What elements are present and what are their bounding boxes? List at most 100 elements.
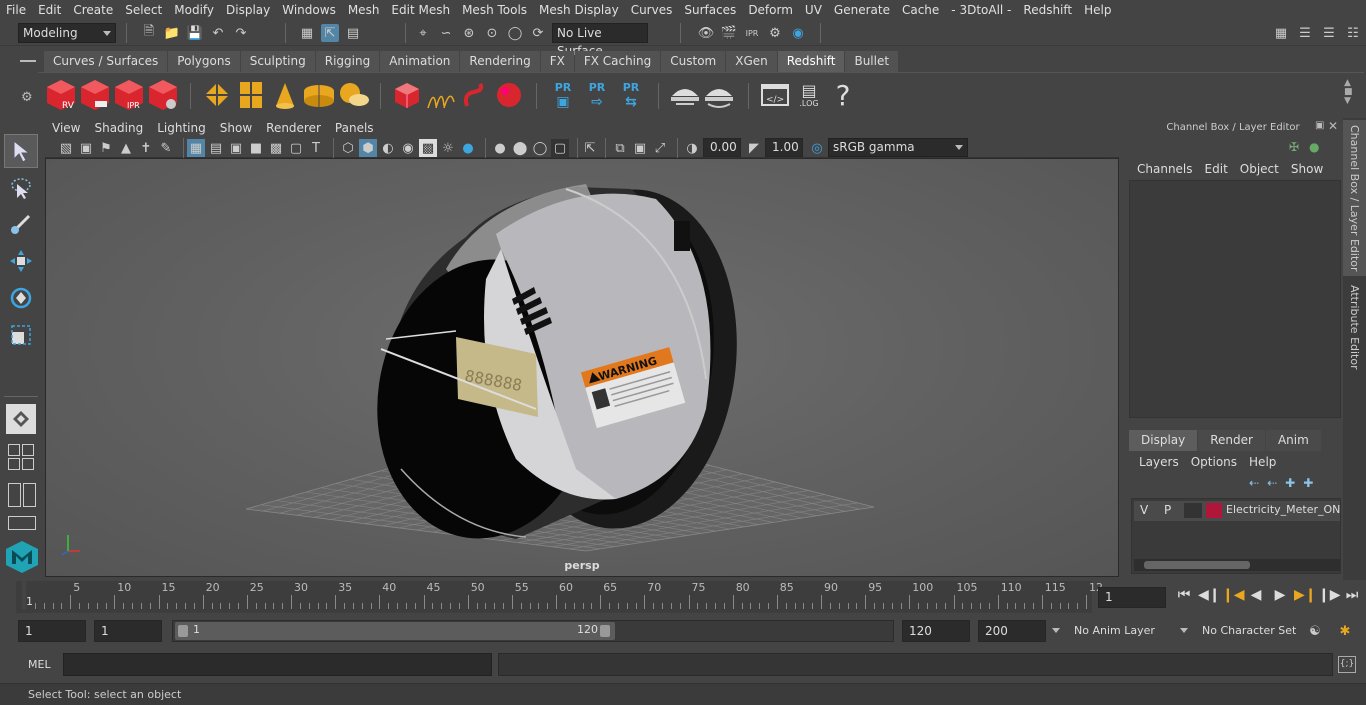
new-scene-icon[interactable]: 🗎 (140, 24, 158, 42)
layer-menu-layers[interactable]: Layers (1133, 455, 1185, 469)
camera-select-icon[interactable]: ▧ (57, 139, 75, 157)
outliner-layout-icon[interactable] (8, 516, 36, 530)
light-portal-icon[interactable] (200, 77, 234, 113)
render-frame-icon[interactable]: 🎬 (720, 24, 738, 42)
exposure-field[interactable]: 0.00 (703, 138, 741, 157)
xray-components-icon[interactable]: ⤢ (651, 139, 669, 157)
menu-curves[interactable]: Curves (625, 0, 679, 20)
isolate-select-icon[interactable]: ⇱ (581, 139, 599, 157)
xray-icon[interactable]: ⧉ (611, 139, 629, 157)
redshift-render-icon[interactable] (78, 77, 112, 113)
hypershade-icon[interactable]: ◉ (789, 24, 807, 42)
animation-start-field[interactable]: 1 (18, 620, 86, 642)
color-space-dropdown[interactable]: sRGB gamma (828, 138, 968, 157)
select-component-icon[interactable]: ▤ (344, 24, 362, 42)
viewport-menu-view[interactable]: View (45, 119, 87, 138)
menu-help[interactable]: Help (1078, 0, 1117, 20)
range-end-handle[interactable] (600, 625, 610, 637)
shelf-tab-rigging[interactable]: Rigging (315, 51, 380, 72)
channel-menu-channels[interactable]: Channels (1131, 162, 1199, 176)
layer-visibility-toggle[interactable]: V (1140, 503, 1148, 517)
redshift-settings-icon[interactable] (146, 77, 180, 113)
sun-sky-icon[interactable] (336, 77, 370, 113)
layer-display-type[interactable] (1184, 503, 1202, 518)
pr-proxy-export-icon[interactable]: PR ▣ (546, 77, 580, 113)
range-start-handle[interactable] (178, 625, 188, 637)
redshift-render-view-icon[interactable]: RV (44, 77, 78, 113)
tab-channel-box[interactable]: Channel Box / Layer Editor (1343, 120, 1366, 276)
pr-proxy-swap-icon[interactable]: PR ⇆ (614, 77, 648, 113)
menu-redshift[interactable]: Redshift (1017, 0, 1078, 20)
2d-pan-zoom-icon[interactable]: ✝ (137, 139, 155, 157)
step-forward-frame-icon[interactable]: ▶❙ (1294, 587, 1317, 603)
pr-proxy-import-icon[interactable]: PR ⇨ (580, 77, 614, 113)
menu-edit-mesh[interactable]: Edit Mesh (385, 0, 456, 20)
menu-file[interactable]: File (0, 0, 32, 20)
channel-menu-show[interactable]: Show (1285, 162, 1329, 176)
camera-attributes-icon[interactable]: ▣ (77, 139, 95, 157)
move-tool-icon[interactable] (4, 244, 38, 278)
attribute-editor-toggle-icon[interactable]: ☰ (1296, 24, 1314, 42)
default-lighting-icon[interactable]: ◐ (379, 139, 397, 157)
resolution-gate-icon[interactable]: ▣ (227, 139, 245, 157)
menu-mesh[interactable]: Mesh (342, 0, 386, 20)
move-layer-down-icon[interactable]: ⇠ (1267, 476, 1285, 490)
redo-icon[interactable]: ↷ (232, 24, 250, 42)
use-all-lights-icon[interactable]: ☼ (439, 139, 457, 157)
menu-deform[interactable]: Deform (742, 0, 799, 20)
shelf-scroll-icon[interactable]: ▲ ■ ▼ (1344, 79, 1353, 106)
menu-mesh-display[interactable]: Mesh Display (533, 0, 625, 20)
snap-surface-icon[interactable]: ◯ (506, 24, 524, 42)
render-view-icon[interactable]: 👁 (697, 24, 715, 42)
scrollbar-thumb[interactable] (1144, 561, 1250, 569)
shadows-icon[interactable]: ● (459, 139, 477, 157)
xray-active-icon[interactable]: ▣ (631, 139, 649, 157)
bake-set-icon[interactable] (702, 77, 736, 113)
shelf-tab-rendering[interactable]: Rendering (460, 51, 540, 72)
color-management-icon[interactable]: ◎ (808, 139, 826, 157)
channel-menu-edit[interactable]: Edit (1199, 162, 1234, 176)
undo-icon[interactable]: ↶ (209, 24, 227, 42)
xray-joints-icon[interactable]: ▩ (419, 139, 437, 157)
snap-vertex-icon[interactable]: ⟳ (529, 24, 547, 42)
snap-point-icon[interactable]: ⊛ (460, 24, 478, 42)
current-frame-field[interactable]: 1 (1098, 587, 1166, 608)
script-editor-icon[interactable]: </> (758, 77, 792, 113)
viewport-menu-show[interactable]: Show (213, 119, 259, 138)
auto-key-icon[interactable]: ☯ (1306, 622, 1324, 640)
layer-tab-display[interactable]: Display (1129, 430, 1198, 451)
playback-start-field[interactable]: 1 (94, 620, 162, 642)
manipulator-icon[interactable]: ✠ (1289, 140, 1299, 154)
command-input[interactable] (63, 653, 492, 676)
textured-icon[interactable]: ◉ (399, 139, 417, 157)
single-view-layout-icon[interactable] (6, 404, 36, 434)
bookmark-icon[interactable]: ⚑ (97, 139, 115, 157)
shelf-tab-xgen[interactable]: XGen (726, 51, 777, 72)
select-object-icon[interactable]: ⇱ (321, 24, 339, 42)
shelf-menu-icon[interactable] (20, 60, 36, 62)
anti-alias-icon[interactable]: ◯ (531, 139, 549, 157)
menu-select[interactable]: Select (119, 0, 168, 20)
bake-icon[interactable] (668, 77, 702, 113)
modeling-toolkit-icon[interactable]: ▦ (1272, 24, 1290, 42)
viewport-menu-panels[interactable]: Panels (328, 119, 381, 138)
float-icon[interactable]: ▣ (1315, 120, 1324, 131)
layer-color-swatch[interactable] (1206, 503, 1222, 518)
spot-light-icon[interactable] (268, 77, 302, 113)
motion-blur-icon[interactable]: ⬤ (511, 139, 529, 157)
safe-title-icon[interactable]: T (307, 139, 325, 157)
save-scene-icon[interactable]: 💾 (186, 24, 204, 42)
smooth-shade-icon[interactable]: ⬢ (359, 139, 377, 157)
channel-menu-object[interactable]: Object (1234, 162, 1285, 176)
shelf-tab-custom[interactable]: Custom (661, 51, 726, 72)
channel-box-toggle-icon[interactable]: ☷ (1344, 24, 1362, 42)
side-by-side-layout-icon[interactable] (8, 483, 36, 507)
depth-of-field-icon[interactable]: ▢ (551, 139, 569, 157)
channel-list[interactable] (1129, 180, 1341, 418)
grease-pencil-icon[interactable]: ✎ (157, 139, 175, 157)
hair-curves-icon[interactable] (424, 77, 458, 113)
menu-uv[interactable]: UV (799, 0, 828, 20)
shelf-tab-redshift[interactable]: Redshift (777, 51, 845, 72)
layer-row[interactable]: V P Electricity_Meter_ON (1134, 501, 1340, 521)
menu-3dtoall[interactable]: - 3DtoAll - (945, 0, 1017, 20)
